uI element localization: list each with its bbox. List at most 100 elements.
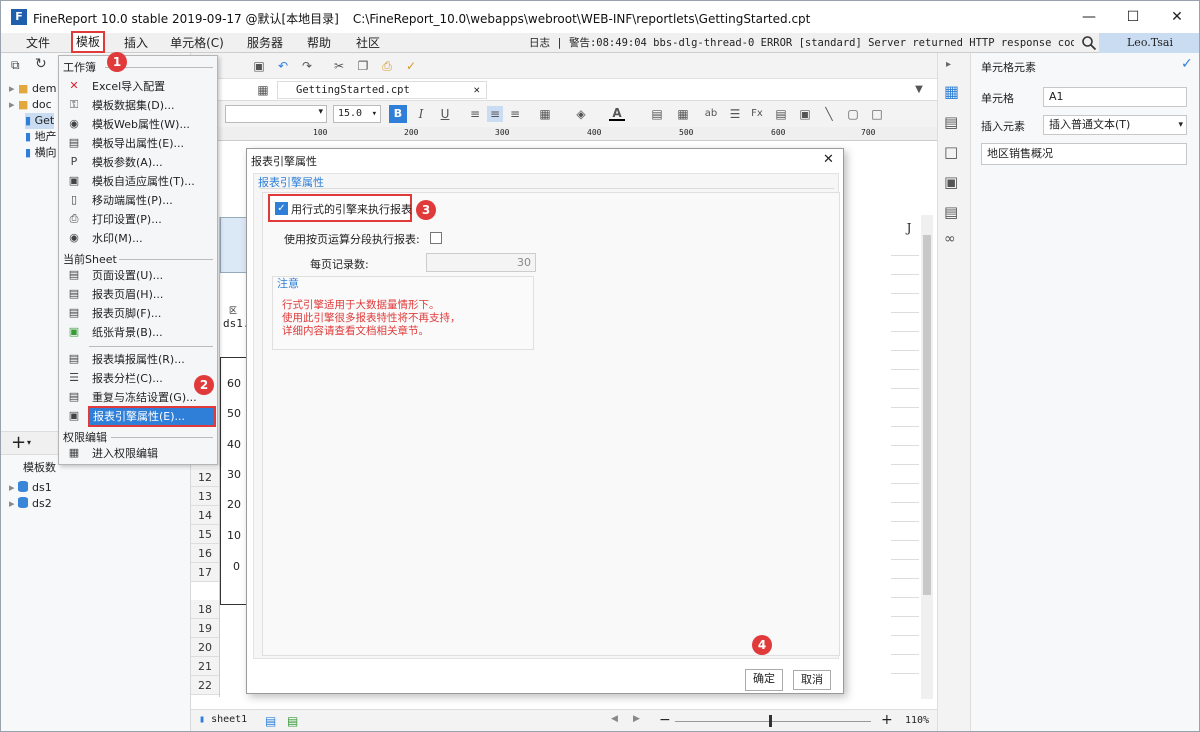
zoom-slider-thumb[interactable] xyxy=(769,715,772,727)
format-brush-icon[interactable]: ✓ xyxy=(403,58,419,74)
vertical-scrollbar[interactable] xyxy=(921,215,933,699)
row-header[interactable]: 15 xyxy=(191,525,219,544)
fill-color-icon[interactable]: ◈ xyxy=(573,106,589,122)
sub-report-icon[interactable]: ▢ xyxy=(845,106,861,122)
formula-icon[interactable]: Fx xyxy=(749,106,765,122)
row-header[interactable]: 13 xyxy=(191,487,219,506)
align-left-icon[interactable]: ≡ xyxy=(467,106,483,122)
paste-icon[interactable]: ⎙ xyxy=(379,58,395,74)
align-right-icon[interactable]: ≡ xyxy=(507,106,523,122)
tree-item[interactable]: ▸ ■ dem xyxy=(9,81,56,97)
font-size-select[interactable]: 15.0 ▾ xyxy=(333,105,381,123)
grid-icon[interactable]: ▦ xyxy=(255,82,271,98)
collapse-panel-icon[interactable]: ▸ xyxy=(946,59,951,70)
scroll-right-icon[interactable]: ▶ xyxy=(633,714,640,724)
close-tab-icon[interactable]: ✕ xyxy=(474,82,480,98)
dataset-ds1[interactable]: ▸ ds1 xyxy=(9,480,52,496)
zoom-out-icon[interactable]: − xyxy=(659,712,671,728)
menu-item-watermark[interactable]: ◉ 水印(M)... xyxy=(59,229,217,248)
menu-item-print-settings[interactable]: ⎙ 打印设置(P)... xyxy=(59,210,217,229)
row-engine-checkbox[interactable]: ✓ 用行式的引擎来执行报表 xyxy=(268,194,412,222)
menu-item-export-attributes[interactable]: ▤ 模板导出属性(E)... xyxy=(59,134,217,153)
dataset-ds2[interactable]: ▸ ds2 xyxy=(9,496,52,512)
cell-input[interactable]: A1 xyxy=(1043,87,1187,107)
row-header[interactable]: 22 xyxy=(191,676,219,695)
tab-gettingstarted[interactable]: GettingStarted.cpt ✕ xyxy=(277,81,487,99)
maximize-icon[interactable]: ☐ xyxy=(1123,7,1143,27)
hyperlink-icon[interactable]: ∞ xyxy=(944,231,962,249)
border-icon[interactable]: ▦ xyxy=(537,106,553,122)
cell-content-field[interactable]: 地区销售概况 xyxy=(981,143,1187,165)
menu-item-fill-attributes[interactable]: ▤ 报表填报属性(R)... xyxy=(59,350,217,369)
italic-button[interactable]: I xyxy=(413,106,429,122)
font-family-select[interactable]: ▾ xyxy=(225,105,327,123)
menu-item-mobile-attributes[interactable]: ▯ 移动端属性(P)... xyxy=(59,191,217,210)
ok-button[interactable]: 确定 xyxy=(745,669,783,691)
menu-help[interactable]: 帮助 xyxy=(304,33,334,53)
copy-icon[interactable]: ❐ xyxy=(355,58,371,74)
widget-icon[interactable]: □ xyxy=(869,106,885,122)
cell-attributes-icon[interactable]: ▦ xyxy=(944,83,962,101)
menu-item-web-attributes[interactable]: ◉ 模板Web属性(W)... xyxy=(59,115,217,134)
log-line[interactable]: 日志 | 警告:08:49:04 bbs-dlg-thread-0 ERROR … xyxy=(529,33,1074,53)
menu-item-template-params[interactable]: P 模板参数(A)... xyxy=(59,153,217,172)
menu-item-report-footer[interactable]: ▤ 报表页脚(F)... xyxy=(59,304,217,323)
menu-server[interactable]: 服务器 xyxy=(245,33,285,53)
check-icon[interactable]: ✓ xyxy=(1181,56,1193,72)
menu-template[interactable]: 模板 xyxy=(71,31,105,53)
add-sheet-icon[interactable]: ▤ xyxy=(265,714,276,728)
undo-icon[interactable]: ↶ xyxy=(275,58,291,74)
tab-menu-icon[interactable]: ▼ xyxy=(911,82,927,98)
close-window-icon[interactable]: ✕ xyxy=(1167,7,1187,27)
redo-icon[interactable]: ↷ xyxy=(299,58,315,74)
menu-item-page-setup[interactable]: ▤ 页面设置(U)... xyxy=(59,266,217,285)
rich-text-icon[interactable]: ☰ xyxy=(727,106,743,122)
menu-item-engine-attributes[interactable]: ▣ 报表引擎属性(E)... xyxy=(59,406,217,427)
image-icon[interactable]: ▣ xyxy=(797,106,813,122)
row-header[interactable]: 18 xyxy=(191,600,219,619)
bold-button[interactable]: B xyxy=(389,105,407,123)
refresh-icon[interactable]: ↻ xyxy=(35,56,49,72)
tree-item[interactable]: ▸ ■ doc xyxy=(9,97,52,113)
border-frame-icon[interactable]: □ xyxy=(944,143,962,161)
search-icon[interactable] xyxy=(1081,35,1097,51)
condition-attributes-icon[interactable]: ▤ xyxy=(944,113,962,131)
row-header[interactable]: 14 xyxy=(191,506,219,525)
add-polyform-icon[interactable]: ▤ xyxy=(287,714,298,728)
per-page-input[interactable]: 30 xyxy=(426,253,536,272)
zoom-in-icon[interactable]: + xyxy=(881,712,893,728)
menu-item-excel-import[interactable]: ✕ Excel导入配置 xyxy=(59,77,217,96)
font-color-icon[interactable]: A xyxy=(609,105,625,121)
user-name[interactable]: Leo.Tsai xyxy=(1099,33,1199,53)
menu-item-template-dataset[interactable]: ⚿ 模板数据集(D)... xyxy=(59,96,217,115)
tree-item-selected[interactable]: ▮ Get xyxy=(25,113,55,129)
add-dataset-icon[interactable]: + xyxy=(11,433,26,453)
sheet-tab[interactable]: ▮ sheet1 xyxy=(199,714,247,725)
new-file-icon[interactable]: ⧉ xyxy=(11,58,25,72)
row-header[interactable]: 20 xyxy=(191,638,219,657)
row-header[interactable]: 17 xyxy=(191,563,219,582)
zoom-slider[interactable] xyxy=(675,721,871,722)
row-header[interactable]: 12 xyxy=(191,468,219,487)
menu-insert[interactable]: 插入 xyxy=(121,33,151,53)
widget-settings-icon[interactable]: ▣ xyxy=(944,173,962,191)
underline-button[interactable]: U xyxy=(437,106,453,122)
menu-item-permission-edit[interactable]: ▦ 进入权限编辑 xyxy=(59,444,217,463)
row-header[interactable]: 19 xyxy=(191,619,219,638)
insert-element-select[interactable]: 插入普通文本(T) ▾ xyxy=(1043,115,1187,135)
chart-icon[interactable]: ▤ xyxy=(773,106,789,122)
stack-icon[interactable]: ▤ xyxy=(944,203,962,221)
tree-item[interactable]: ▮ 横向 xyxy=(25,145,57,161)
bias-line-icon[interactable]: ╲ xyxy=(821,106,837,122)
tree-item[interactable]: ▮ 地产 xyxy=(25,129,57,145)
cut-icon[interactable]: ✂ xyxy=(331,58,347,74)
align-center-icon[interactable]: ≡ xyxy=(487,106,503,122)
text-cell-icon[interactable]: ab xyxy=(703,106,719,122)
checkbox-line-engine[interactable]: ✓ xyxy=(275,202,288,215)
row-header[interactable]: 21 xyxy=(191,657,219,676)
close-dialog-icon[interactable]: ✕ xyxy=(823,152,834,167)
row-header[interactable]: 16 xyxy=(191,544,219,563)
menu-item-paper-background[interactable]: ▣ 纸张背景(B)... xyxy=(59,323,217,342)
checkbox-segment-page[interactable] xyxy=(430,232,442,244)
merge-icon[interactable]: ▤ xyxy=(649,106,665,122)
